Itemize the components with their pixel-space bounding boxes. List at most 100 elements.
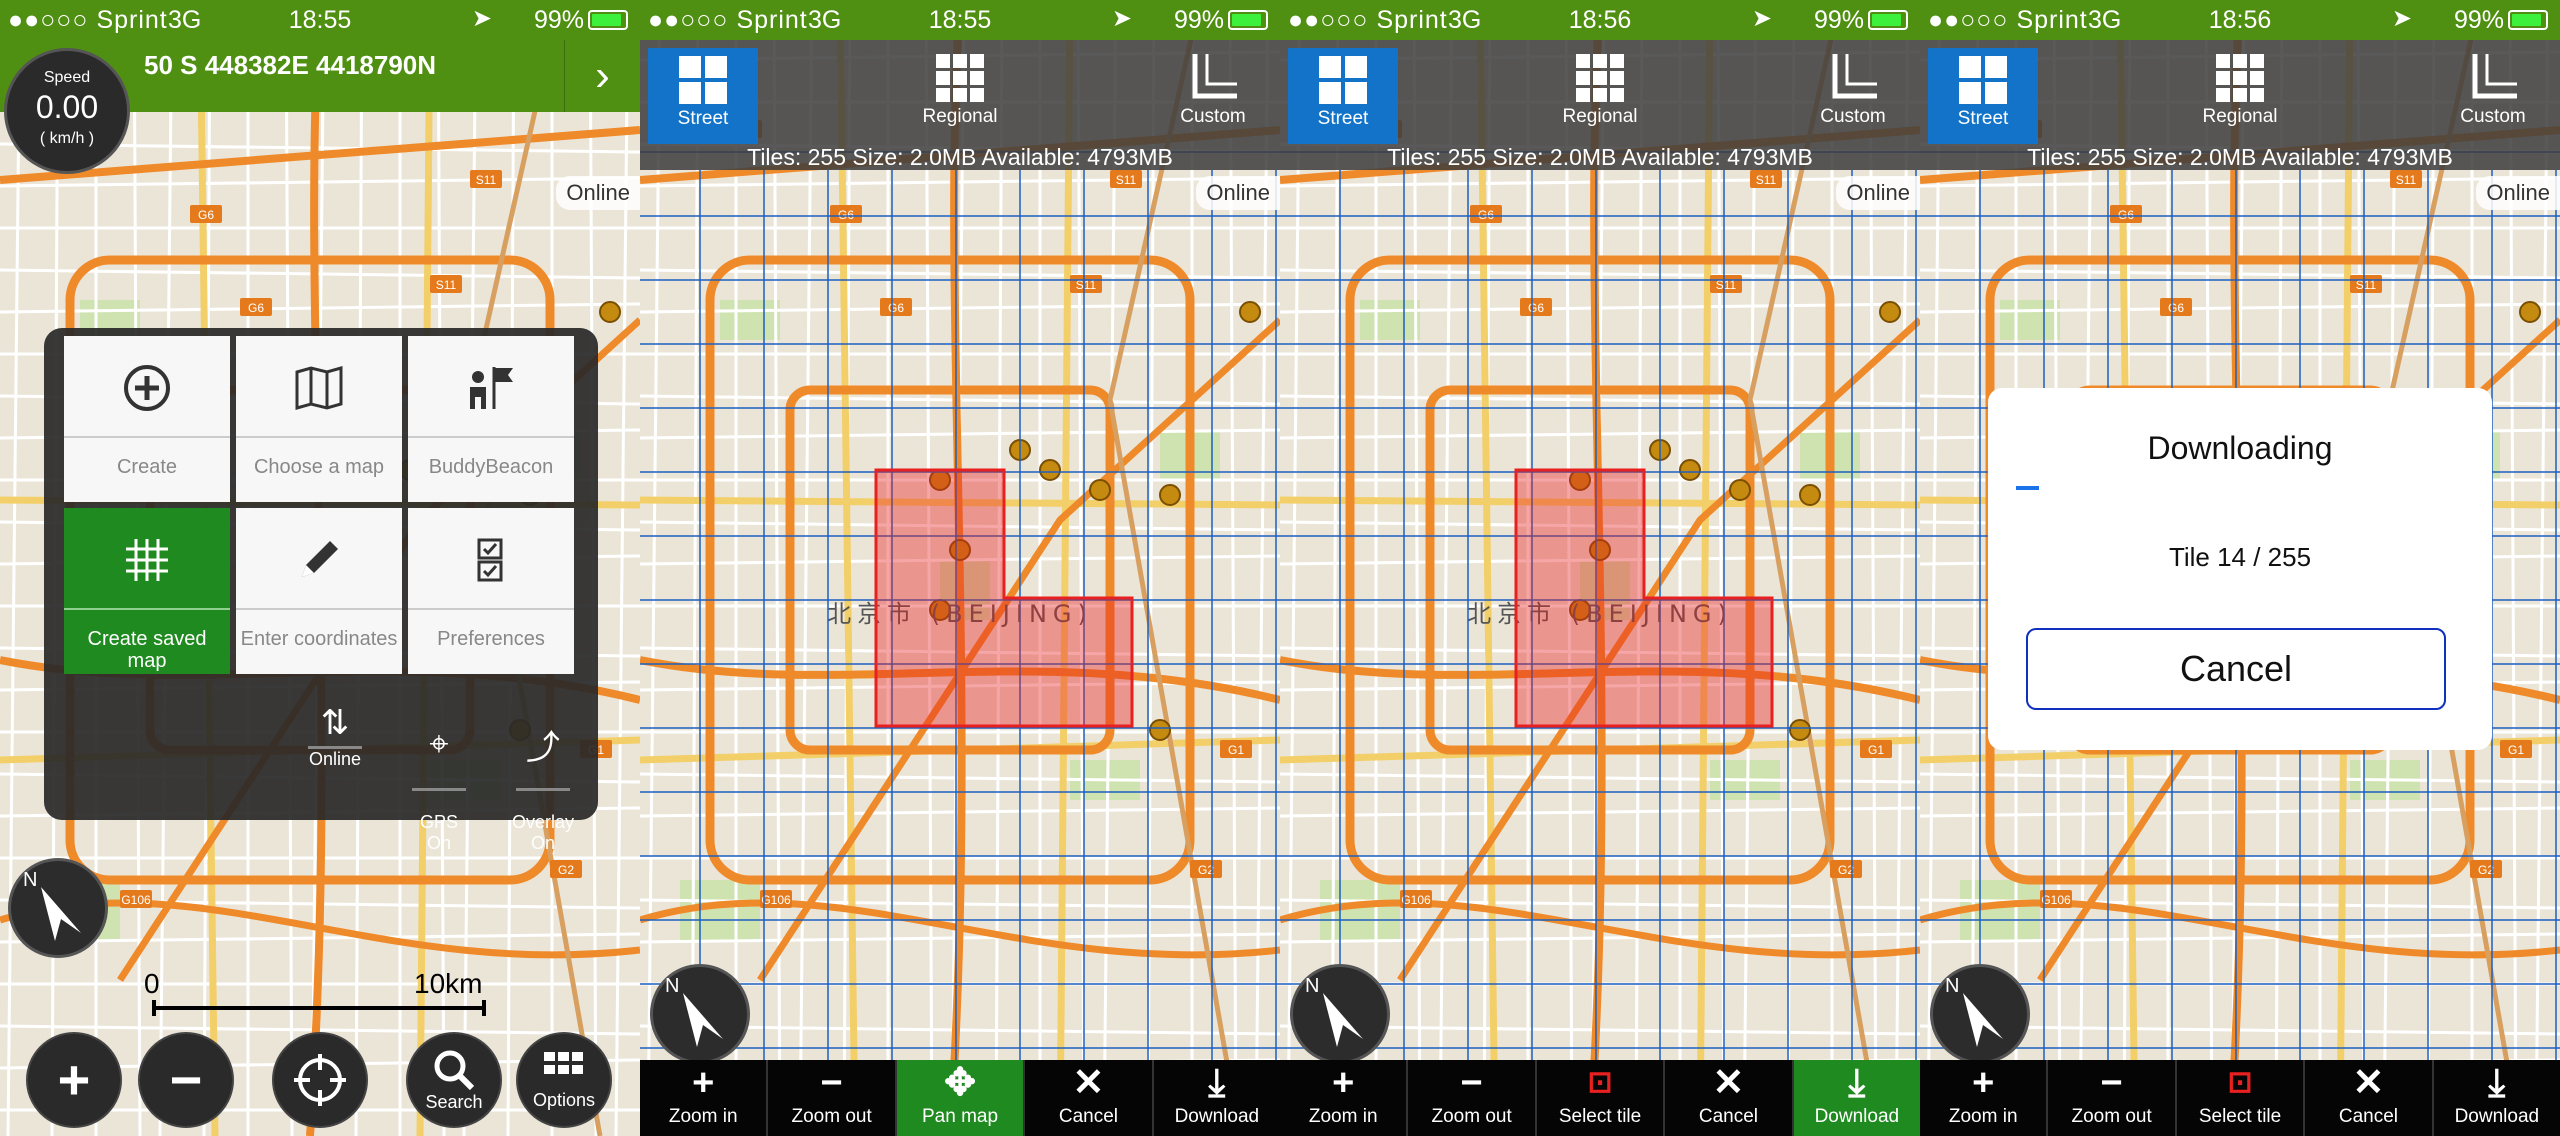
zoom-in-button[interactable]: + Zoom in: [1920, 1060, 2049, 1136]
battery-percent: 99%: [1813, 6, 1864, 34]
menu-create-saved-map[interactable]: Create saved map: [64, 508, 230, 674]
battery-percent: 99%: [1173, 6, 1224, 34]
speed-unit: ( km/h ): [39, 130, 95, 147]
zoom-in-icon: +: [57, 1048, 91, 1111]
screen-downloading: G6G6G6S11S11G106G2G1北京市 (BEIJING) ●●○○○ …: [1920, 0, 2560, 1136]
status-bar: ●●○○○ Sprint 3G 18:55 ➤ 99%: [640, 0, 1280, 40]
zoom-in-button[interactable]: + Zoom in: [1280, 1060, 1409, 1136]
toolbar-label: Zoom out: [2071, 1106, 2152, 1127]
speed-value: 0.00: [35, 89, 99, 125]
chevron-right-button[interactable]: ›: [564, 40, 640, 112]
status-bar: ●●○○○ Sprint 3G 18:56 ➤ 99%: [1280, 0, 1920, 40]
compass-needle-icon: [41, 887, 81, 941]
street-grid-icon: [1955, 52, 2011, 108]
scale-zero: 0: [144, 968, 160, 999]
menu-choose-map[interactable]: Choose a map: [236, 336, 402, 502]
scale-max: 10km: [414, 968, 483, 999]
toolbar-label: Cancel: [1698, 1106, 1758, 1127]
download-button[interactable]: ⤓ Download: [1154, 1060, 1280, 1136]
street-grid-icon: [675, 52, 731, 108]
pan-map-button[interactable]: ✥ Pan map: [896, 1060, 1026, 1136]
map-type-regional[interactable]: Regional: [905, 50, 1015, 128]
bottom-toolbar: + Zoom in − Zoom out ⊡ Select tile ✕ Cancel …: [1280, 1060, 1920, 1136]
compass-needle-icon: [683, 993, 723, 1047]
toolbar-label: Download: [1814, 1106, 1900, 1127]
street-grid-icon: [1315, 52, 1371, 108]
checklist-icon: [408, 532, 574, 588]
menu-create[interactable]: Create: [64, 336, 230, 502]
select-tile-button[interactable]: ⊡ Select tile: [1537, 1060, 1666, 1136]
pencil-icon: [236, 532, 402, 588]
map-type-label: Custom: [1820, 106, 1886, 127]
toolbar-label: Zoom out: [1431, 1106, 1512, 1127]
zoom-in-button[interactable]: +: [26, 1032, 122, 1128]
location-arrow-icon: ➤: [1111, 5, 1132, 32]
map-type-street[interactable]: Street: [648, 48, 758, 144]
download-button[interactable]: ⤓ Download: [2434, 1060, 2560, 1136]
coordinate-text: 50 S 448382E 4418790N: [144, 50, 437, 80]
map-type-street[interactable]: Street: [1928, 48, 2038, 144]
compass-button[interactable]: N: [650, 964, 750, 1064]
battery-icon: [1228, 10, 1268, 30]
download-dialog: Downloading Tile 14 / 255 Cancel: [1988, 388, 2492, 750]
cancel-button[interactable]: ✕ Cancel: [2305, 1060, 2434, 1136]
zoom-in-button[interactable]: + Zoom in: [640, 1060, 769, 1136]
map-type-street[interactable]: Street: [1288, 48, 1398, 144]
online-badge: Online: [1196, 176, 1280, 210]
map-type-custom[interactable]: Custom: [2438, 50, 2548, 128]
location-arrow-icon: ➤: [2391, 5, 2412, 32]
tiles-info: Tiles: 255 Size: 2.0MB Available: 4793MB: [1387, 144, 1813, 170]
search-button[interactable]: Search: [406, 1032, 502, 1128]
toggle-gps[interactable]: ⌖ GPS On: [402, 700, 476, 875]
locate-button[interactable]: [272, 1032, 368, 1128]
map-type-custom[interactable]: Custom: [1158, 50, 1268, 128]
options-button[interactable]: Options: [516, 1032, 612, 1128]
menu-preferences[interactable]: Preferences: [408, 508, 574, 674]
menu-buddybeacon[interactable]: BuddyBeacon: [408, 336, 574, 502]
svg-text:S11: S11: [476, 173, 497, 187]
close-icon: ✕: [1712, 1062, 1745, 1104]
minus-icon: −: [820, 1062, 843, 1104]
map-type-custom[interactable]: Custom: [1798, 50, 1908, 128]
toggle-label: Overlay On: [511, 812, 574, 853]
zoom-out-icon: −: [169, 1048, 203, 1111]
map-type-regional[interactable]: Regional: [2185, 50, 2295, 128]
svg-text:S11: S11: [436, 278, 457, 292]
compass-button[interactable]: N: [1290, 964, 1390, 1064]
close-icon: ✕: [1072, 1062, 1105, 1104]
selected-region: [874, 468, 1134, 728]
dialog-cancel-button[interactable]: Cancel: [2026, 628, 2446, 710]
toggle-overlay[interactable]: ⤴ Overlay On: [506, 700, 580, 875]
overlay-track-icon: ⤴: [526, 728, 560, 767]
close-icon: ✕: [2352, 1062, 2385, 1104]
zoom-out-button[interactable]: −: [138, 1032, 234, 1128]
dialog-message: Tile 14 / 255: [2168, 542, 2312, 572]
cancel-button[interactable]: ✕ Cancel: [1665, 1060, 1794, 1136]
regional-grid-icon: [1572, 50, 1628, 106]
toolbar-label: Select tile: [2198, 1106, 2282, 1127]
map-type-bar: Street Regional Custom Tiles: 255 Size: …: [1280, 40, 1920, 170]
map-type-regional[interactable]: Regional: [1545, 50, 1655, 128]
search-label: Search: [425, 1091, 483, 1112]
menu-enter-coordinates[interactable]: Enter coordinates: [236, 508, 402, 674]
options-label: Options: [532, 1089, 596, 1110]
search-icon: [434, 1050, 475, 1090]
toolbar-label: Zoom in: [1308, 1106, 1378, 1127]
dialog-title: Downloading: [2147, 430, 2333, 466]
plus-icon: +: [1972, 1062, 1995, 1104]
select-tile-button[interactable]: ⊡ Select tile: [2177, 1060, 2306, 1136]
compass-button[interactable]: N: [8, 858, 108, 958]
options-menu: Create Choose a map BuddyBeacon Create s…: [44, 328, 598, 853]
online-badge: Online: [556, 176, 640, 210]
zoom-out-button[interactable]: − Zoom out: [768, 1060, 897, 1136]
location-arrow-icon: ➤: [471, 5, 492, 32]
cancel-button[interactable]: ✕ Cancel: [1025, 1060, 1154, 1136]
toggle-online[interactable]: ⇅ Online: [298, 700, 372, 770]
download-button[interactable]: ⤓ Download: [1793, 1060, 1920, 1136]
plus-circle-icon: [64, 360, 230, 416]
zoom-out-button[interactable]: − Zoom out: [2048, 1060, 2177, 1136]
zoom-out-button[interactable]: − Zoom out: [1408, 1060, 1537, 1136]
toggle-label: GPS On: [419, 812, 458, 853]
compass-button[interactable]: N: [1930, 964, 2030, 1064]
status-bar: ●●○○○ Sprint 3G 18:56 ➤ 99%: [1920, 0, 2560, 40]
